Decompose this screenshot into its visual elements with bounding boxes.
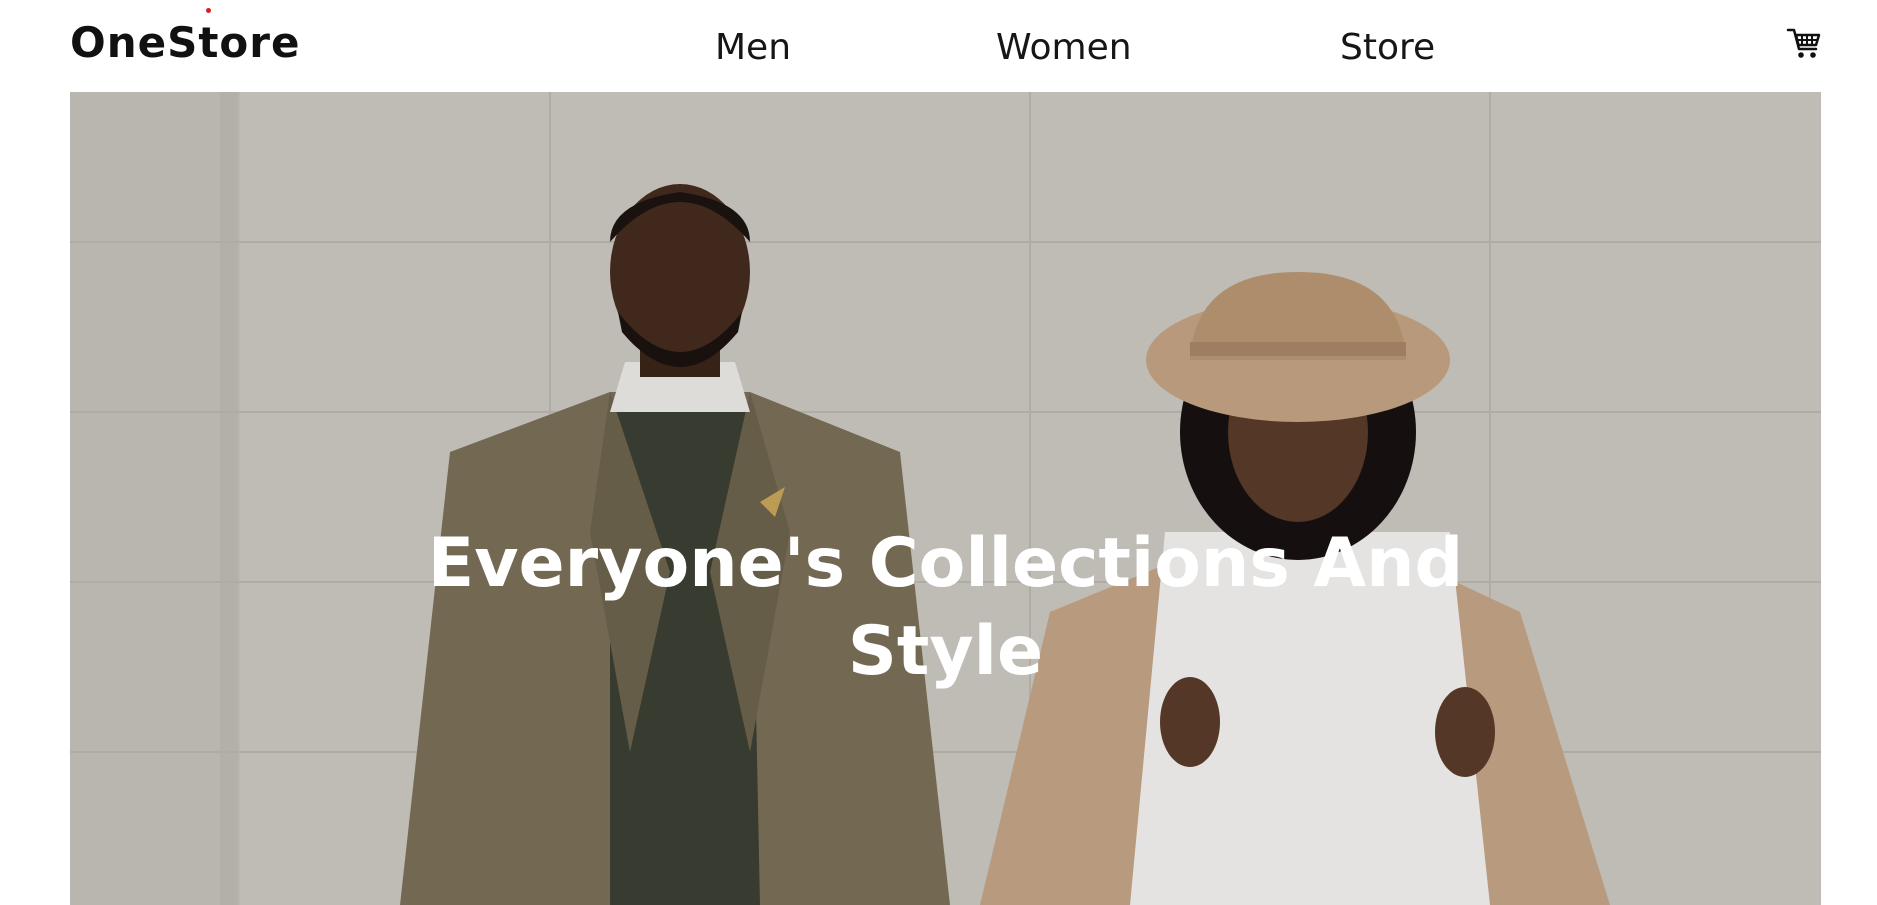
nav-item-men[interactable]: Men — [715, 24, 791, 72]
hero-title-line-1: Everyone's Collections And — [427, 524, 1464, 603]
logo-text: OneStore — [70, 18, 301, 67]
nav-item-store[interactable]: Store — [1340, 24, 1435, 72]
logo-accent-dot — [206, 8, 211, 13]
cart-button[interactable] — [1786, 25, 1822, 61]
hero-photo — [70, 92, 1821, 905]
hero-banner: Everyone's Collections And Style — [70, 92, 1821, 905]
hero-title-line-2: Style — [847, 612, 1044, 691]
logo[interactable]: OneStore — [70, 18, 300, 68]
cart-icon — [1786, 28, 1821, 58]
site-header: OneStore Men Women Store — [0, 0, 1877, 92]
nav-item-women[interactable]: Women — [996, 24, 1132, 72]
hero-title: Everyone's Collections And Style — [70, 520, 1821, 696]
